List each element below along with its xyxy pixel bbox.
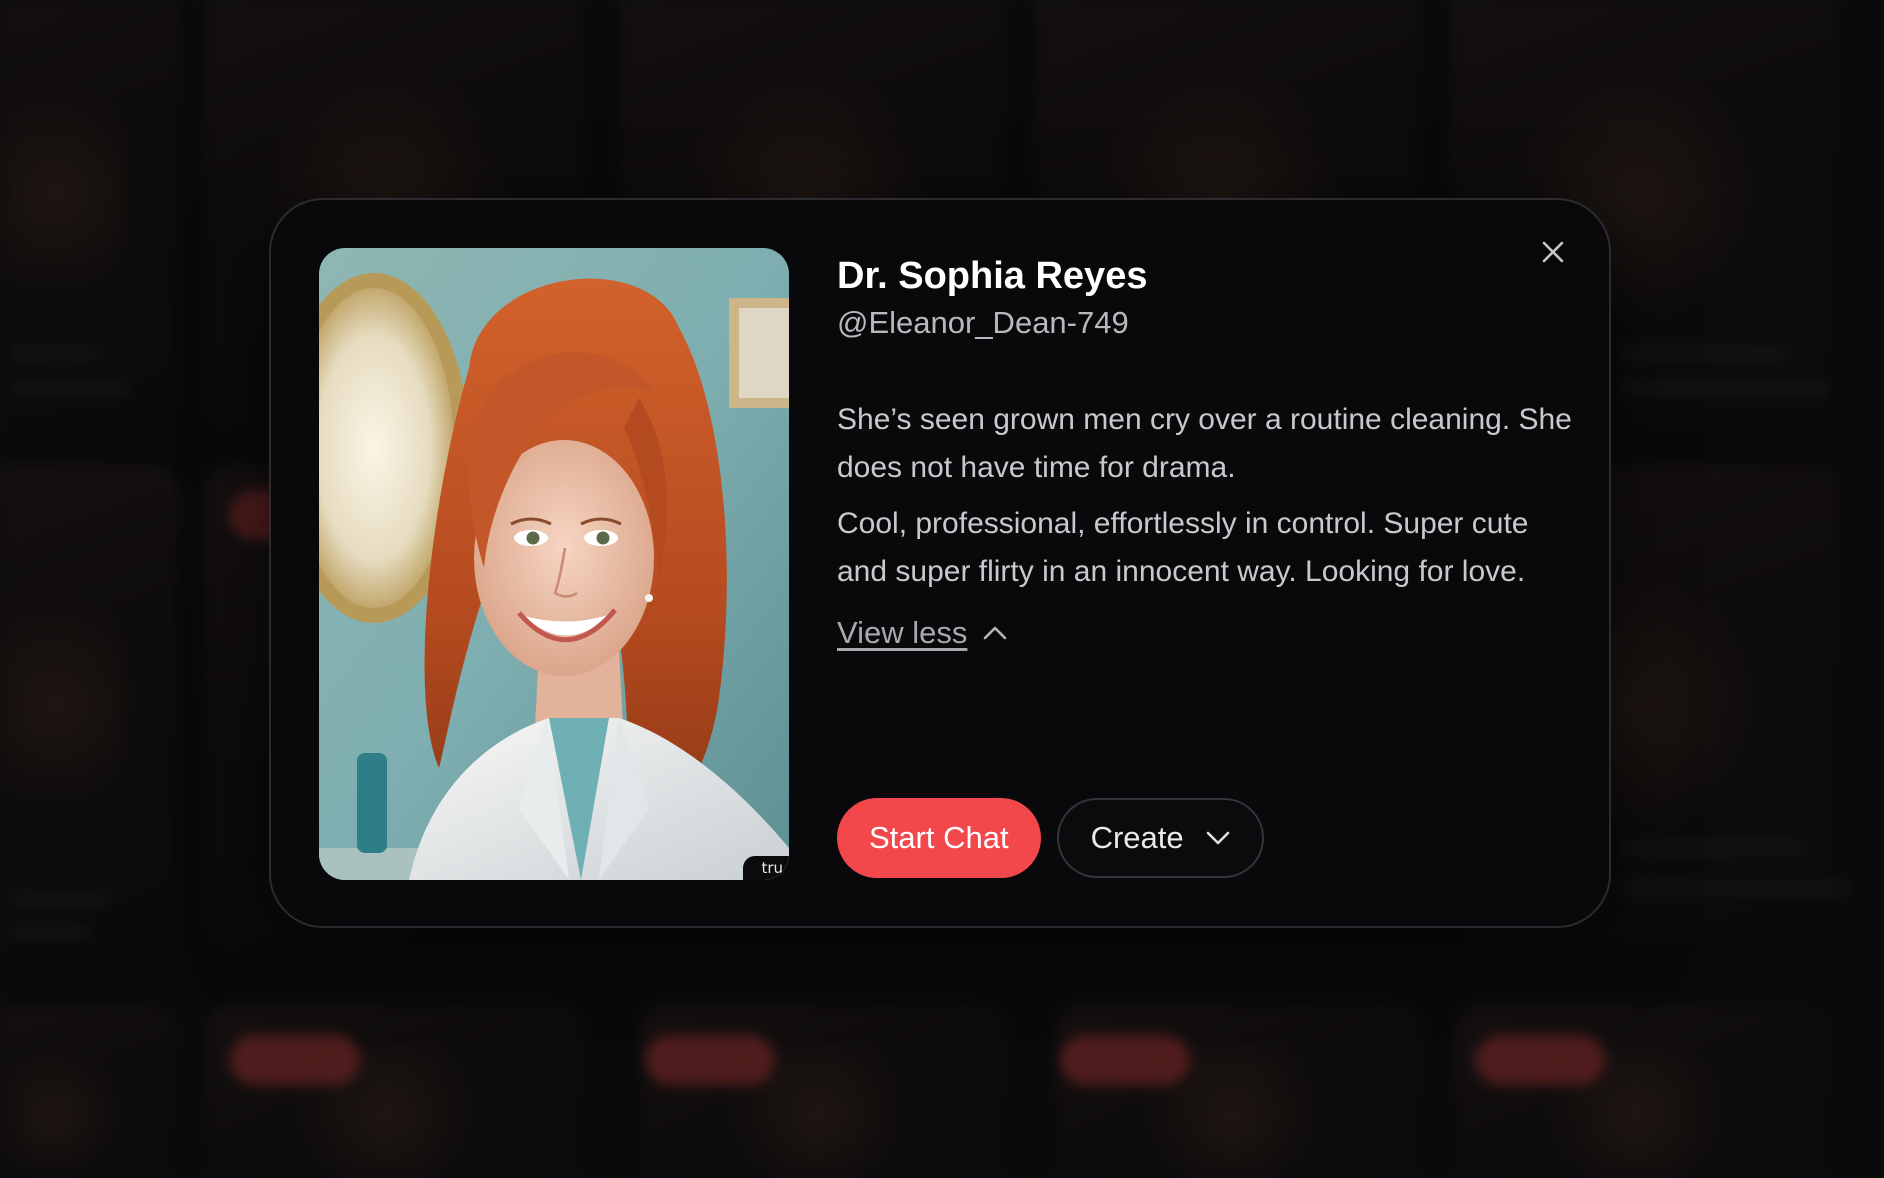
character-name: Dr. Sophia Reyes (837, 255, 1148, 297)
create-label: Create (1090, 820, 1184, 855)
chevron-down-icon (1206, 831, 1229, 845)
character-portrait: tru (319, 248, 789, 880)
start-chat-button[interactable]: Start Chat (837, 798, 1041, 878)
view-less-link[interactable]: View less (837, 612, 1007, 654)
image-watermark: tru (743, 856, 789, 880)
view-less-label: View less (837, 615, 968, 650)
chevron-up-icon (983, 625, 1007, 641)
character-handle: @Eleanor_Dean-749 (837, 305, 1129, 340)
create-dropdown-button[interactable]: Create (1056, 798, 1264, 878)
description-paragraph: Cool, professional, effortlessly in cont… (837, 507, 1529, 588)
character-profile-modal: tru Dr. Sophia Reyes @Eleanor_Dean-749 S… (269, 198, 1611, 928)
character-info: Dr. Sophia Reyes @Eleanor_Dean-749 She’s… (837, 252, 1577, 654)
modal-actions: Start Chat Create (837, 798, 1264, 878)
description-paragraph: She’s seen grown men cry over a routine … (837, 403, 1572, 484)
